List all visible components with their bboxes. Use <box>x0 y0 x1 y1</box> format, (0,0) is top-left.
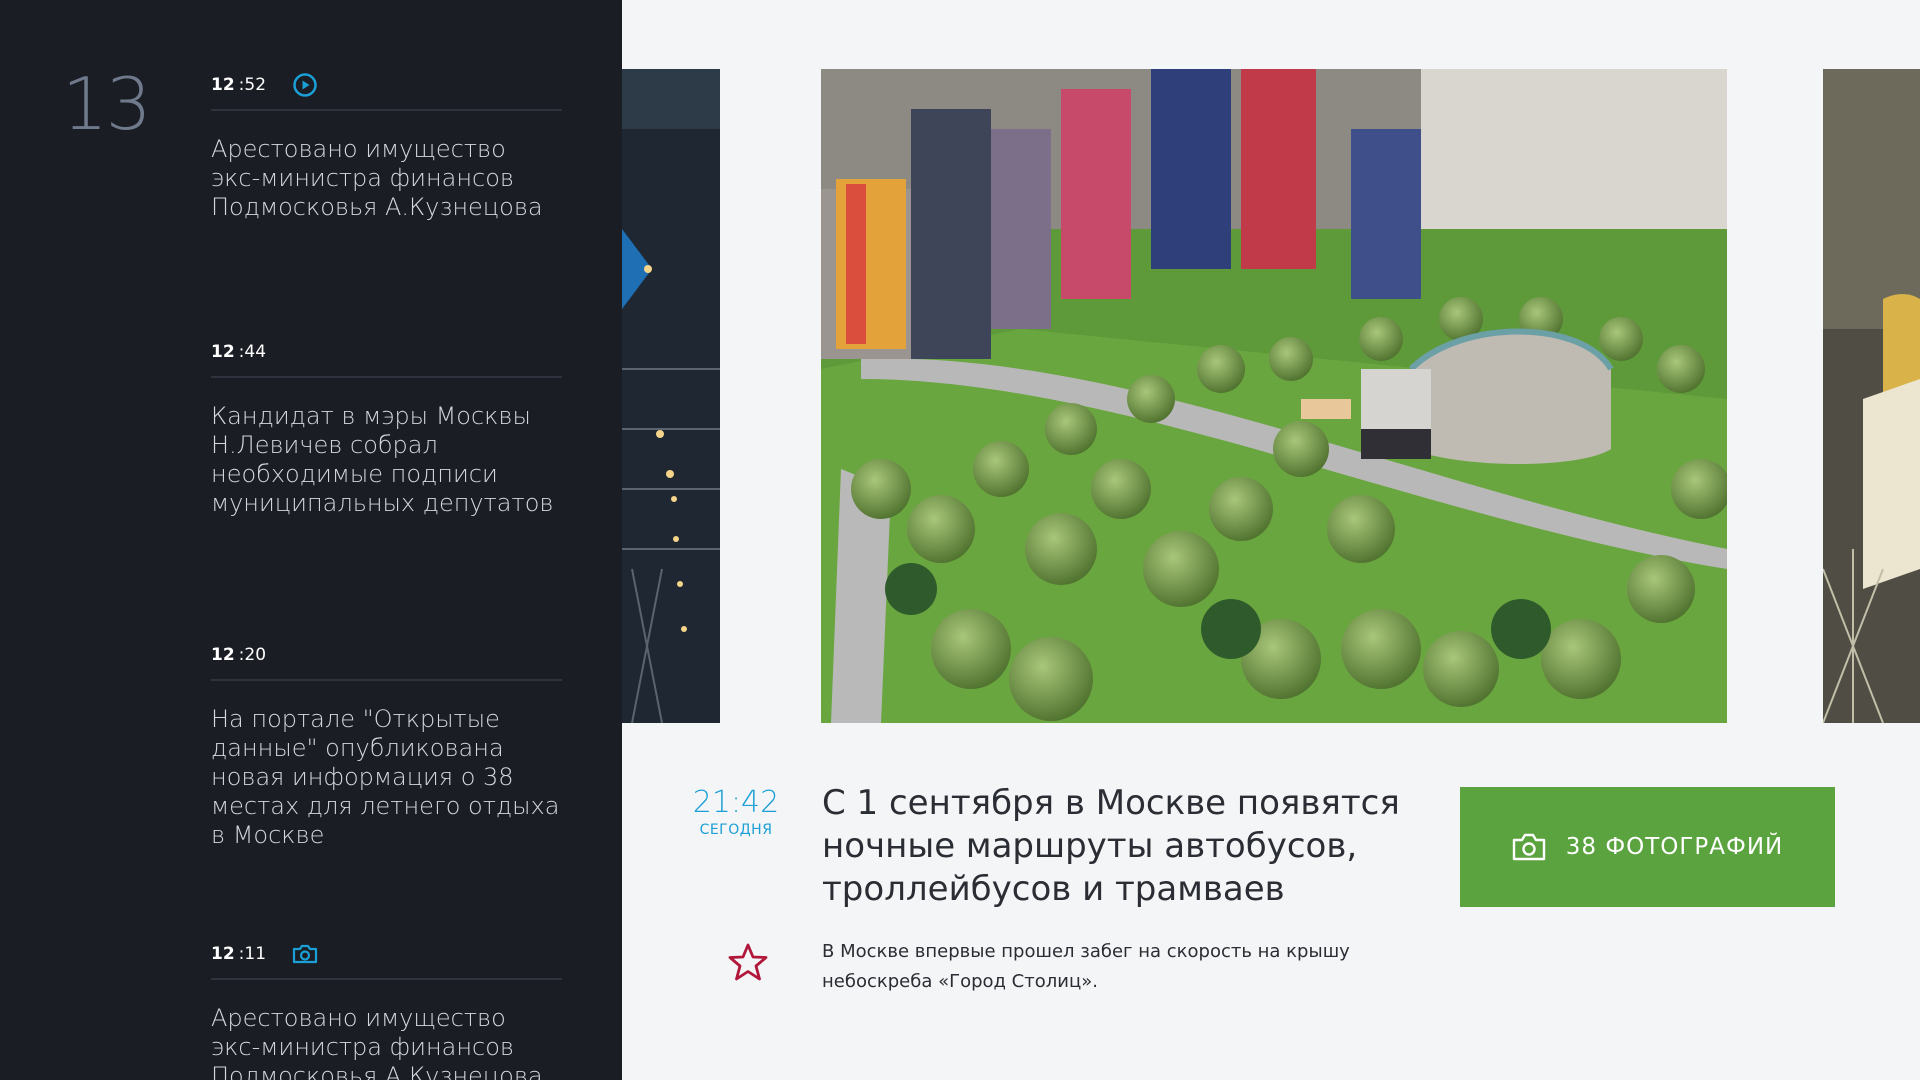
article-time: 21:42 <box>692 785 780 820</box>
main-photo[interactable] <box>821 69 1727 723</box>
news-item[interactable]: 12 :44 Кандидат в мэры Москвы Н.Левичев … <box>211 328 562 518</box>
photo-gallery-label: 38 ФОТОГРАФИЙ <box>1565 834 1784 860</box>
news-time: 12 :44 <box>211 328 562 378</box>
camera-icon <box>292 943 318 965</box>
news-item[interactable]: 12 :52 Арестовано имущество экс-министра… <box>211 61 562 222</box>
news-minute: :11 <box>238 944 267 964</box>
star-icon[interactable] <box>727 942 769 986</box>
news-item[interactable]: 12 :20 На портале "Открытые данные" опуб… <box>211 631 562 850</box>
news-headline: На портале "Открытые данные" опубликован… <box>211 705 560 849</box>
news-hour: 12 <box>211 342 235 362</box>
news-feed-sidebar: 13 12 :52 Арестовано имущество экс-минис… <box>0 0 622 1080</box>
news-hour: 12 <box>211 944 235 964</box>
news-item[interactable]: 12 :11 Арестовано имущество экс-министра… <box>211 930 562 1080</box>
news-headline: Арестовано имущество экс-министра финанс… <box>211 135 543 221</box>
previous-photo[interactable] <box>622 69 720 723</box>
news-minute: :44 <box>238 342 267 362</box>
news-time: 12 :20 <box>211 631 562 681</box>
play-icon <box>292 72 318 98</box>
article-day-label: СЕГОДНЯ <box>699 822 773 838</box>
photo-gallery-button[interactable]: 38 ФОТОГРАФИЙ <box>1460 787 1835 907</box>
news-hour: 12 <box>211 645 235 665</box>
next-photo[interactable] <box>1823 69 1920 723</box>
day-number: 13 <box>62 62 152 146</box>
article-title[interactable]: С 1 сентября в Москве появятся ночные ма… <box>822 782 1412 911</box>
news-minute: :52 <box>238 75 267 95</box>
news-hour: 12 <box>211 75 235 95</box>
camera-icon <box>1512 833 1546 861</box>
news-time: 12 :11 <box>211 930 562 980</box>
news-headline: Арестовано имущество экс-министра финанс… <box>211 1004 543 1080</box>
news-headline: Кандидат в мэры Москвы Н.Левичев собрал … <box>211 402 554 517</box>
news-time: 12 :52 <box>211 61 562 111</box>
article-lead: В Москве впервые прошел забег на скорост… <box>822 941 1350 992</box>
news-minute: :20 <box>238 645 267 665</box>
